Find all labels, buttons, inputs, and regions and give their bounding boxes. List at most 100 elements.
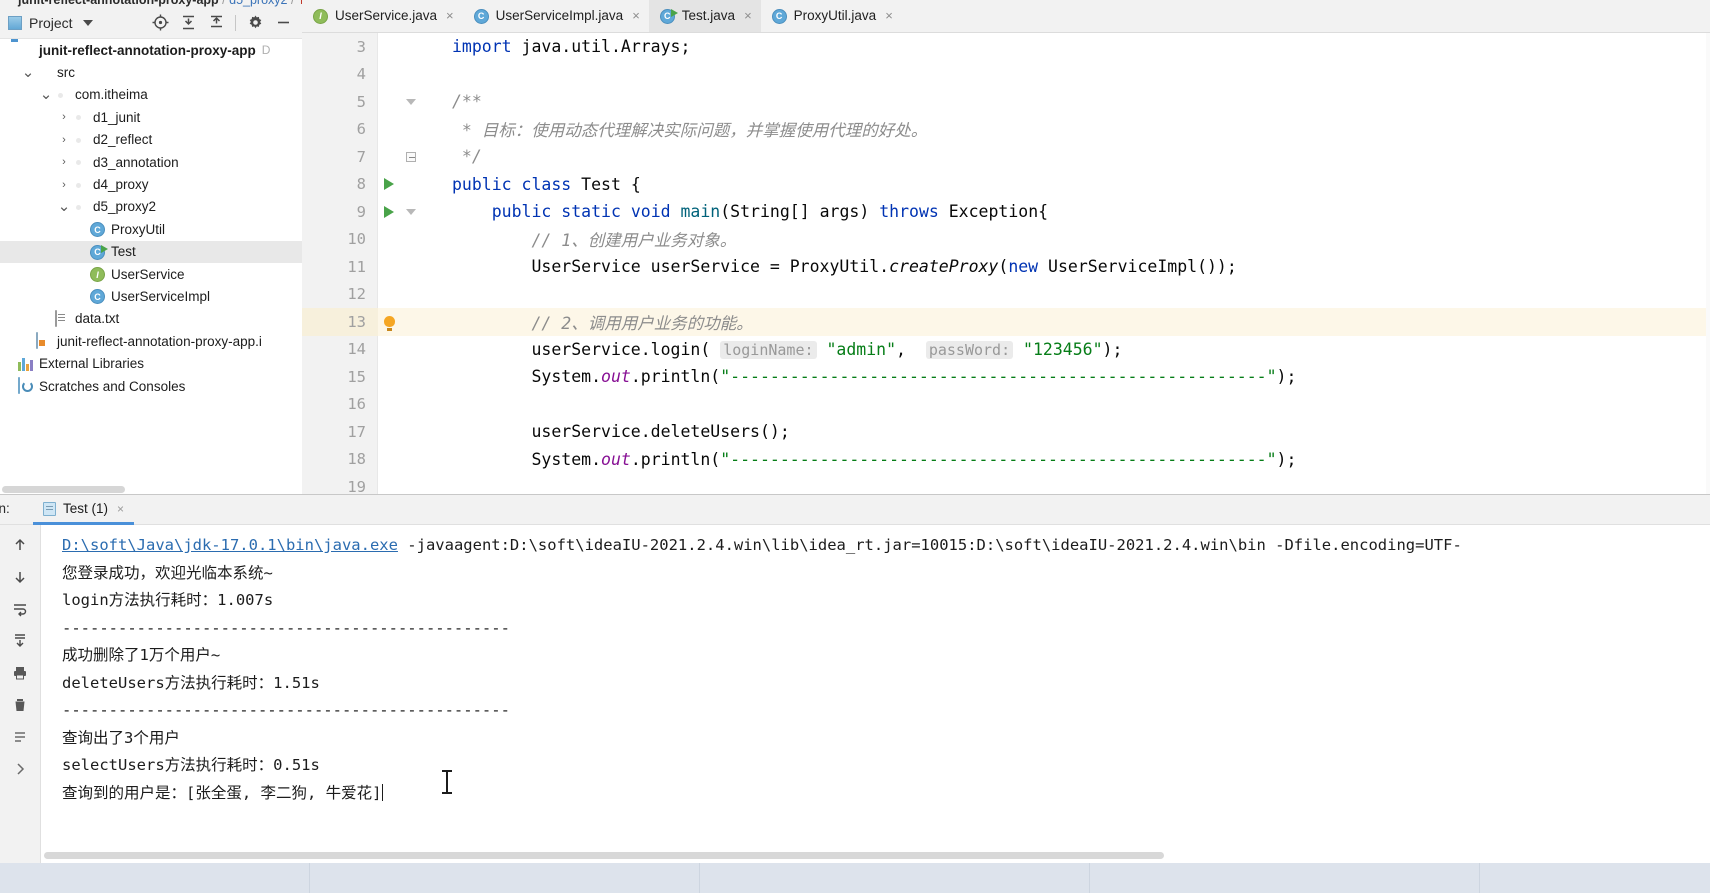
tree-item-label: d5_proxy2 xyxy=(93,199,157,215)
code-line-18[interactable]: 18 System.out.println("-----------------… xyxy=(302,446,1710,474)
minimize-icon[interactable] xyxy=(270,10,296,36)
tree-item-external-libraries[interactable]: External Libraries xyxy=(0,352,302,374)
tab-test-java[interactable]: C Test.java × xyxy=(648,0,761,32)
tree-item-scratches-and-consoles[interactable]: Scratches and Consoles xyxy=(0,375,302,397)
code-text: // 1、创建用户业务对象。 xyxy=(531,231,737,251)
code-line-5[interactable]: 5 /** xyxy=(302,88,1710,116)
code-line-14[interactable]: 14 userService.login( loginName: "admin"… xyxy=(302,336,1710,364)
code-line-13[interactable]: 13 // 2、调用用户业务的功能。 xyxy=(302,308,1710,336)
tree-item-data-txt[interactable]: data.txt xyxy=(0,308,302,330)
chevron-down-icon[interactable]: ⌄ xyxy=(56,199,72,214)
close-icon[interactable]: × xyxy=(117,502,124,516)
tree-item-d2-reflect[interactable]: › d2_reflect xyxy=(0,129,302,151)
expand-right-icon[interactable] xyxy=(6,755,34,783)
tree-item-junit-reflect-annotation-proxy-app-i[interactable]: junit-reflect-annotation-proxy-app.i xyxy=(0,330,302,352)
code-line-3[interactable]: 3 import java.util.Arrays; xyxy=(302,33,1710,61)
code-line-9[interactable]: 9 public static void main(String[] args)… xyxy=(302,198,1710,226)
chevron-down-icon[interactable]: ⌄ xyxy=(20,65,36,80)
code-line-19[interactable]: 19 xyxy=(302,473,1710,494)
tree-item-test[interactable]: C Test xyxy=(0,240,302,263)
tab-proxyutil-java[interactable]: C ProxyUtil.java × xyxy=(761,0,902,32)
tree-item-com-itheima[interactable]: ⌄ com.itheima xyxy=(0,84,302,106)
chevron-right-icon[interactable]: › xyxy=(56,134,72,146)
line-number: 19 xyxy=(347,477,366,494)
code-line-7[interactable]: 7 */ xyxy=(302,143,1710,171)
down-arrow-icon[interactable] xyxy=(6,563,34,591)
tab-userserviceimpl-java[interactable]: C UserServiceImpl.java × xyxy=(463,0,649,32)
scrollbar-thumb[interactable] xyxy=(44,852,1164,859)
tree-item-d1-junit[interactable]: › d1_junit xyxy=(0,106,302,128)
run-console-output[interactable]: D:\soft\Java\jdk-17.0.1\bin\java.exe -ja… xyxy=(42,525,1710,864)
tree-item-label: UserService xyxy=(111,266,185,282)
close-icon[interactable]: × xyxy=(885,9,893,22)
console-hscrollbar[interactable] xyxy=(42,850,1710,860)
run-gutter-icon[interactable] xyxy=(378,178,400,191)
close-icon[interactable]: × xyxy=(632,9,640,22)
trash-icon[interactable] xyxy=(6,691,34,719)
tree-item-src[interactable]: ⌄ src xyxy=(0,61,302,83)
chevron-down-icon[interactable] xyxy=(82,19,93,26)
code-line-16[interactable]: 16 xyxy=(302,391,1710,419)
expand-all-icon[interactable] xyxy=(175,10,201,36)
soft-wrap-icon[interactable] xyxy=(6,595,34,623)
tree-item-d4-proxy[interactable]: › d4_proxy xyxy=(0,173,302,195)
chevron-right-icon[interactable]: › xyxy=(56,179,72,191)
tree-item-userserviceimpl[interactable]: C UserServiceImpl xyxy=(0,285,302,307)
more-icon[interactable] xyxy=(6,723,34,751)
java-class-icon: C xyxy=(90,288,106,305)
code-line-8[interactable]: 8 public class Test { xyxy=(302,171,1710,199)
tree-item-label: src xyxy=(57,65,75,81)
collapse-all-icon[interactable] xyxy=(203,10,229,36)
tree-item-userservice[interactable]: I UserService xyxy=(0,263,302,285)
project-tree[interactable]: junit-reflect-annotation-proxy-app D ⌄ src ⌄… xyxy=(0,39,302,488)
tree-item-d5-proxy2[interactable]: ⌄ d5_proxy2 xyxy=(0,196,302,218)
tree-item-proxyutil[interactable]: C ProxyUtil xyxy=(0,218,302,240)
chevron-down-icon[interactable]: ⌄ xyxy=(38,87,54,102)
code-line-17[interactable]: 17 userService.deleteUsers(); xyxy=(302,418,1710,446)
breadcrumb: junit-reflect-annotation-proxy-app / d5_… xyxy=(18,0,321,7)
code-editor[interactable]: 3 import java.util.Arrays; 4 5 /** 6 * 目标：使用动… xyxy=(302,33,1710,494)
close-icon[interactable]: × xyxy=(446,9,454,22)
tree-item-label: data.txt xyxy=(75,311,120,327)
fold-collapse-icon[interactable] xyxy=(400,208,422,215)
chevron-right-icon[interactable]: › xyxy=(56,156,72,168)
tree-item-junit-reflect-annotation-proxy-app[interactable]: junit-reflect-annotation-proxy-app D xyxy=(0,39,302,61)
tree-item-label: ProxyUtil xyxy=(111,221,166,237)
chevron-right-icon[interactable]: › xyxy=(56,111,72,123)
code-line-15[interactable]: 15 System.out.println("-----------------… xyxy=(302,363,1710,391)
print-icon[interactable] xyxy=(6,659,34,687)
project-tree-hscrollbar[interactable] xyxy=(0,484,302,494)
package-icon xyxy=(54,87,70,103)
project-panel-header: Project xyxy=(0,7,302,39)
editor-code-area[interactable]: 3 import java.util.Arrays; 4 5 /** 6 * 目标：使用动… xyxy=(302,33,1710,494)
tree-item-d3-annotation[interactable]: › d3_annotation xyxy=(0,151,302,173)
code-text: import java.util.Arrays; xyxy=(452,37,691,57)
console-line: 成功删除了1万个用户~ xyxy=(62,646,221,664)
scroll-to-end-icon[interactable] xyxy=(6,627,34,655)
iml-file-icon xyxy=(36,332,52,350)
java-exe-link[interactable]: D:\soft\Java\jdk-17.0.1\bin\java.exe xyxy=(62,536,398,554)
editor-right-scrollbar[interactable] xyxy=(1706,33,1710,494)
up-arrow-icon[interactable] xyxy=(6,531,34,559)
code-line-12[interactable]: 12 xyxy=(302,281,1710,309)
fold-collapse-icon[interactable] xyxy=(400,98,422,105)
gear-icon[interactable] xyxy=(242,10,268,36)
run-gutter-icon[interactable] xyxy=(378,205,400,218)
breadcrumb-package: d5_proxy2 xyxy=(229,0,288,7)
fold-end-icon[interactable] xyxy=(400,151,422,162)
code-line-11[interactable]: 11 UserService userService = ProxyUtil.c… xyxy=(302,253,1710,281)
tree-item-label: junit-reflect-annotation-proxy-app.i xyxy=(57,333,262,349)
code-line-4[interactable]: 4 xyxy=(302,61,1710,89)
close-icon[interactable]: × xyxy=(744,9,752,22)
tab-userservice-java[interactable]: I UserService.java × xyxy=(302,0,463,32)
line-number: 5 xyxy=(356,92,366,111)
code-line-10[interactable]: 10 // 1、创建用户业务对象。 xyxy=(302,226,1710,254)
console-line: 查询出了3个用户 xyxy=(62,728,180,747)
run-tab-test[interactable]: Test (1) × xyxy=(33,495,135,525)
intention-bulb-icon[interactable] xyxy=(378,316,400,332)
editor-tab-bar[interactable]: I UserService.java × C UserServiceImpl.java ×… xyxy=(302,0,1710,33)
locate-in-tree-icon[interactable] xyxy=(147,10,173,36)
code-line-6[interactable]: 6 * 目标：使用动态代理解决实际问题，并掌握使用代理的好处。 xyxy=(302,116,1710,144)
tree-item-label: d3_annotation xyxy=(93,154,179,170)
scrollbar-thumb[interactable] xyxy=(2,486,125,493)
